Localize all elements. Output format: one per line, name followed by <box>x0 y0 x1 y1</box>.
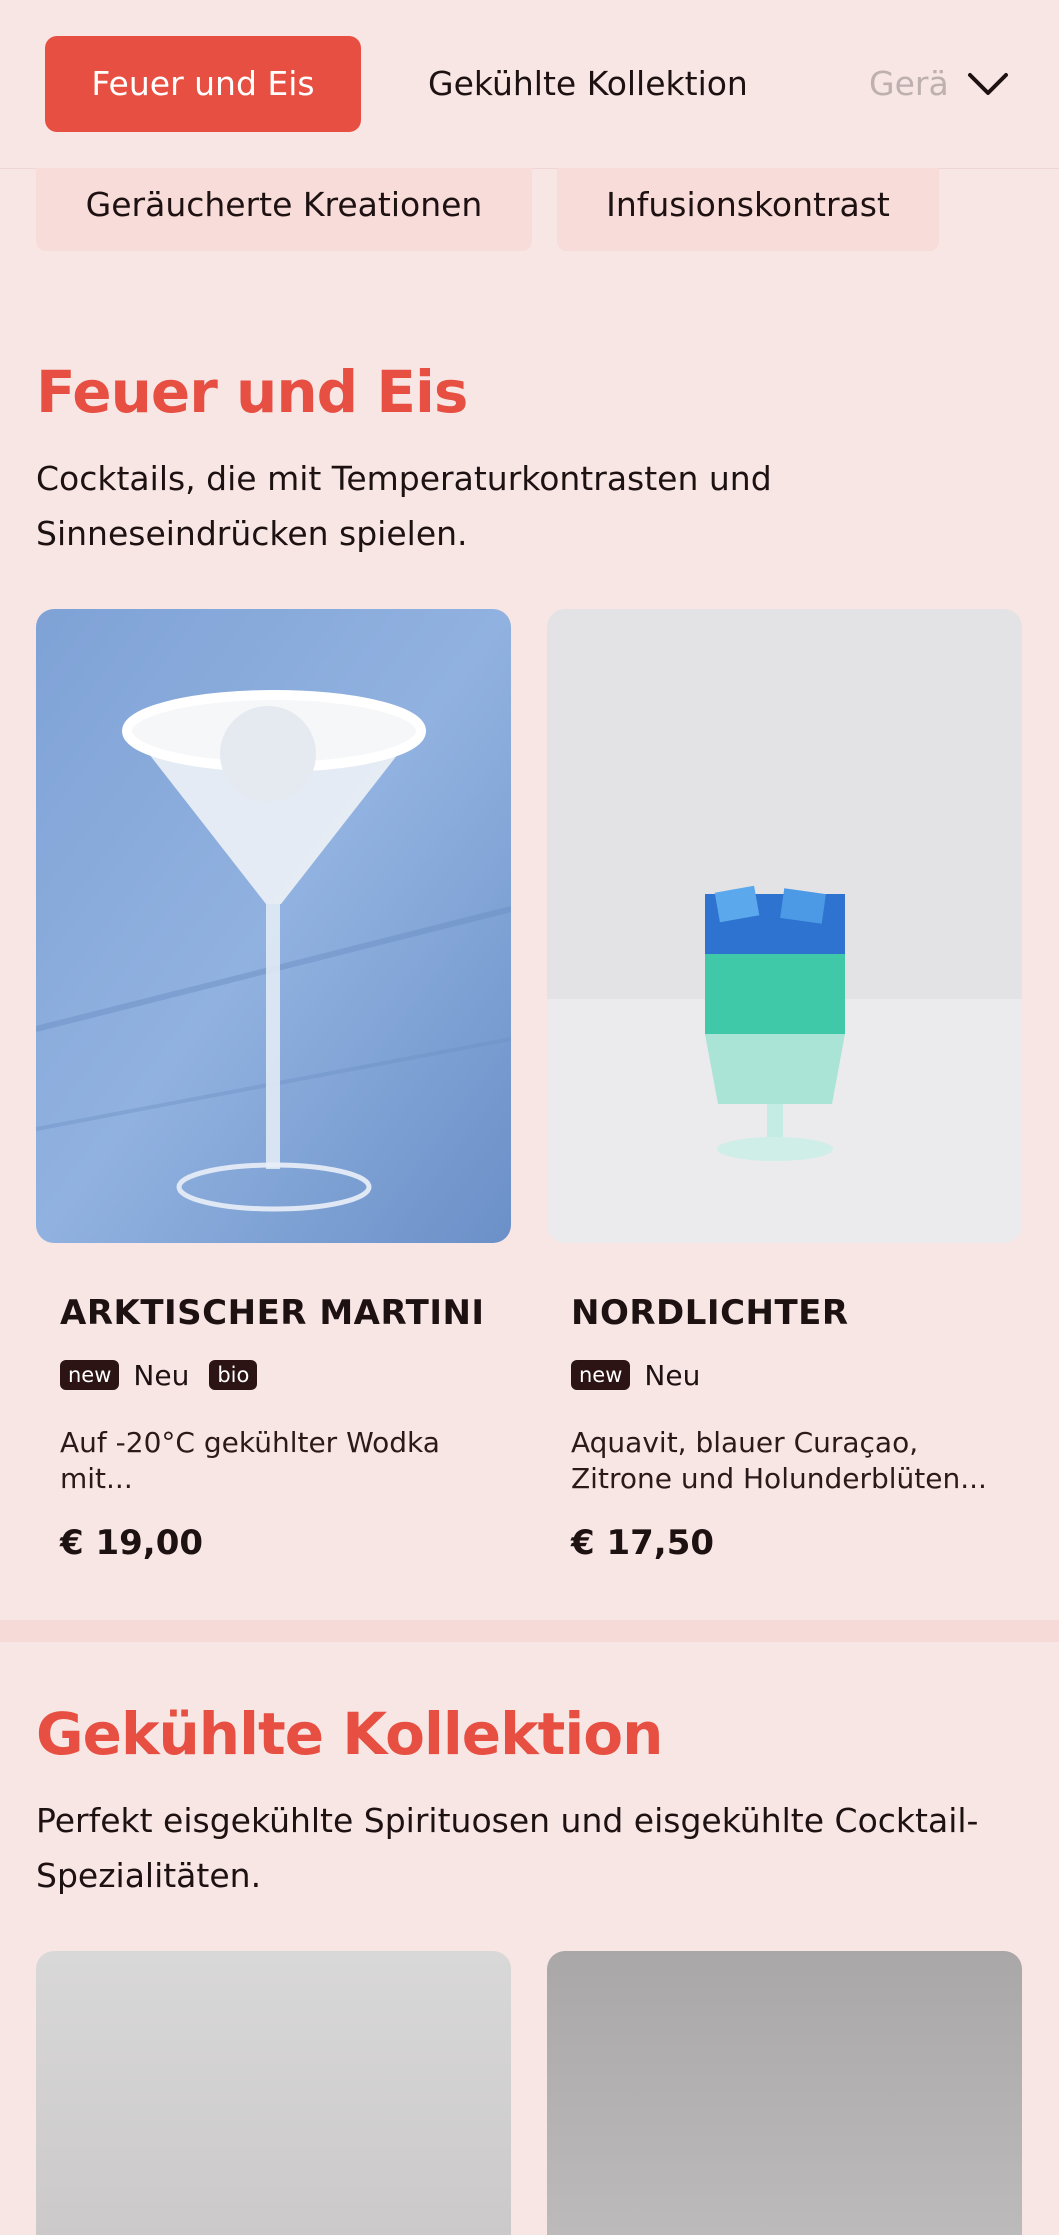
section-title: Feuer und Eis <box>36 358 468 426</box>
martini-glass-image <box>36 609 511 1243</box>
product-image[interactable] <box>547 1951 1022 2235</box>
tab-gekuehlte-kollektion[interactable]: Gekühlte Kollektion <box>428 36 748 132</box>
section-description: Cocktails, die mit Temperaturkontrasten … <box>36 459 772 553</box>
new-badge: new <box>571 1360 631 1390</box>
new-badge: new <box>60 1360 120 1390</box>
product-image[interactable] <box>36 1951 511 2235</box>
section-divider <box>0 1620 1059 1642</box>
product-name[interactable]: ARKTISCHER MARTINI <box>60 1293 485 1333</box>
product-description: Aquavit, blauer Curaçao, Zitrone und Hol… <box>571 1426 987 1495</box>
badge-label: Neu <box>133 1358 190 1392</box>
tab-feuer-und-eis[interactable]: Feuer und Eis <box>45 36 361 132</box>
tab-geraeucherte-kreationen[interactable]: Geräucherte Kreationen <box>869 36 951 132</box>
category-nav: Feuer und Eis Gekühlte Kollektion Geräuc… <box>0 0 1059 169</box>
subtab-infusionskontrast[interactable]: Infusionskontrast <box>557 168 939 251</box>
product-price: € 19,00 <box>60 1523 204 1563</box>
product-description: Auf -20°C gekühlter Wodka mit... <box>60 1426 440 1495</box>
section-description: Perfekt eisgekühlte Spirituosen und eisg… <box>36 1801 979 1895</box>
product-image-nordlichter[interactable] <box>547 609 1022 1243</box>
bio-badge: bio <box>209 1360 258 1390</box>
section-title: Gekühlte Kollektion <box>36 1700 663 1768</box>
nordlichter-glass-image <box>547 609 1022 1243</box>
product-price: € 17,50 <box>571 1523 715 1563</box>
badge-row: new Neu <box>571 1355 720 1395</box>
product-name[interactable]: NORDLICHTER <box>571 1293 849 1333</box>
badge-label: Neu <box>644 1358 701 1392</box>
product-image-arktischer-martini[interactable] <box>36 609 511 1243</box>
subtab-geraeucherte-kreationen[interactable]: Geräucherte Kreationen <box>36 168 532 251</box>
chevron-down-icon[interactable] <box>966 62 1010 106</box>
badge-row: new Neu bio <box>60 1355 258 1395</box>
